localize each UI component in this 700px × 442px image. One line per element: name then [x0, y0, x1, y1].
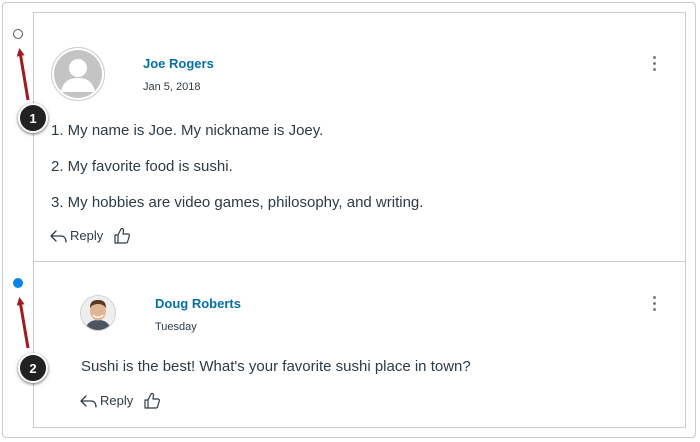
- reply-button[interactable]: Reply: [50, 228, 103, 243]
- unread-status-indicator[interactable]: [13, 278, 23, 288]
- avatar-placeholder-icon[interactable]: [51, 47, 105, 101]
- callout-badge-1: 1: [18, 103, 48, 133]
- reply-message: Sushi is the best! What's your favorite …: [81, 358, 471, 375]
- thumbs-up-icon: [144, 392, 160, 409]
- reply-label: Reply: [70, 228, 104, 243]
- thumbs-up-icon: [114, 227, 130, 244]
- avatar-photo[interactable]: [80, 295, 116, 331]
- entry-divider: [34, 261, 685, 262]
- options-kebab-icon[interactable]: [650, 56, 658, 72]
- message-line-3: 3. My hobbies are video games, philosoph…: [51, 194, 424, 211]
- post-date: Tuesday: [155, 321, 197, 333]
- callout-badge-2: 2: [18, 353, 48, 383]
- like-button[interactable]: [113, 227, 131, 250]
- post-date: Jan 5, 2018: [143, 81, 201, 93]
- message-line-1: 1. My name is Joe. My nickname is Joey.: [51, 122, 324, 139]
- reply-arrow-icon: [80, 394, 97, 408]
- reply-label: Reply: [100, 393, 134, 408]
- author-name-link[interactable]: Doug Roberts: [155, 296, 241, 311]
- read-status-indicator[interactable]: [13, 29, 23, 39]
- discussion-thread: Joe Rogers Jan 5, 2018 1. My name is Joe…: [33, 12, 686, 428]
- message-line-2: 2. My favorite food is sushi.: [51, 158, 233, 175]
- reply-arrow-icon: [50, 229, 67, 243]
- options-kebab-icon[interactable]: [650, 296, 658, 312]
- author-name-link[interactable]: Joe Rogers: [143, 56, 214, 71]
- like-button[interactable]: [143, 392, 161, 415]
- reply-button[interactable]: Reply: [80, 393, 133, 408]
